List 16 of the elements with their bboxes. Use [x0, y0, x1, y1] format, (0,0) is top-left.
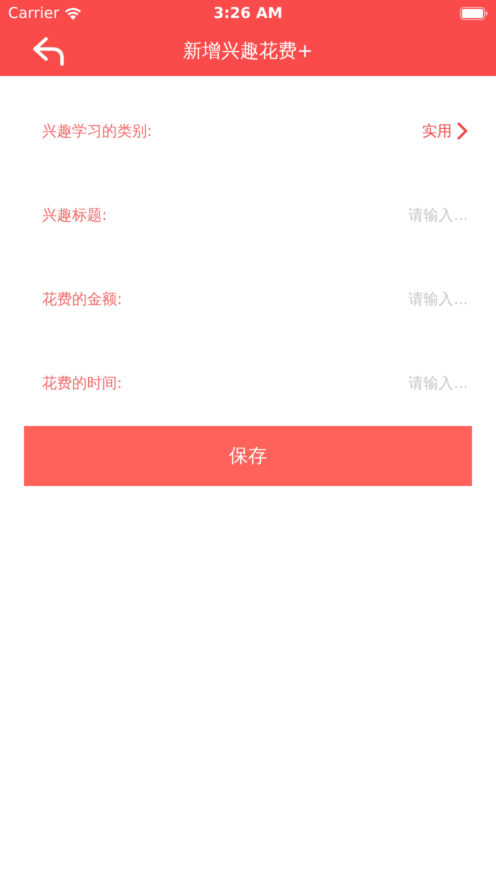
field-label: 兴趣学习的类别: — [42, 121, 152, 142]
battery-icon — [460, 6, 488, 20]
input-field[interactable]: 请输入... — [308, 288, 468, 310]
wifi-icon — [64, 6, 82, 20]
chevron-right-icon — [456, 121, 468, 141]
field-label: 花费的金额: — [42, 289, 122, 310]
status-time: 3:26 AM — [213, 4, 283, 22]
input-field[interactable]: 请输入... — [308, 204, 468, 226]
carrier-label: Carrier — [8, 4, 60, 22]
category-selector[interactable]: 实用 — [422, 120, 468, 142]
field-label: 兴趣标题: — [42, 205, 108, 226]
save-button[interactable]: 保存 — [24, 426, 472, 486]
field-label: 花费的时间: — [42, 373, 122, 394]
page-title: 新增兴趣花费+ — [183, 40, 313, 62]
back-button[interactable] — [32, 36, 66, 66]
input-field[interactable]: 请输入... — [308, 372, 468, 394]
